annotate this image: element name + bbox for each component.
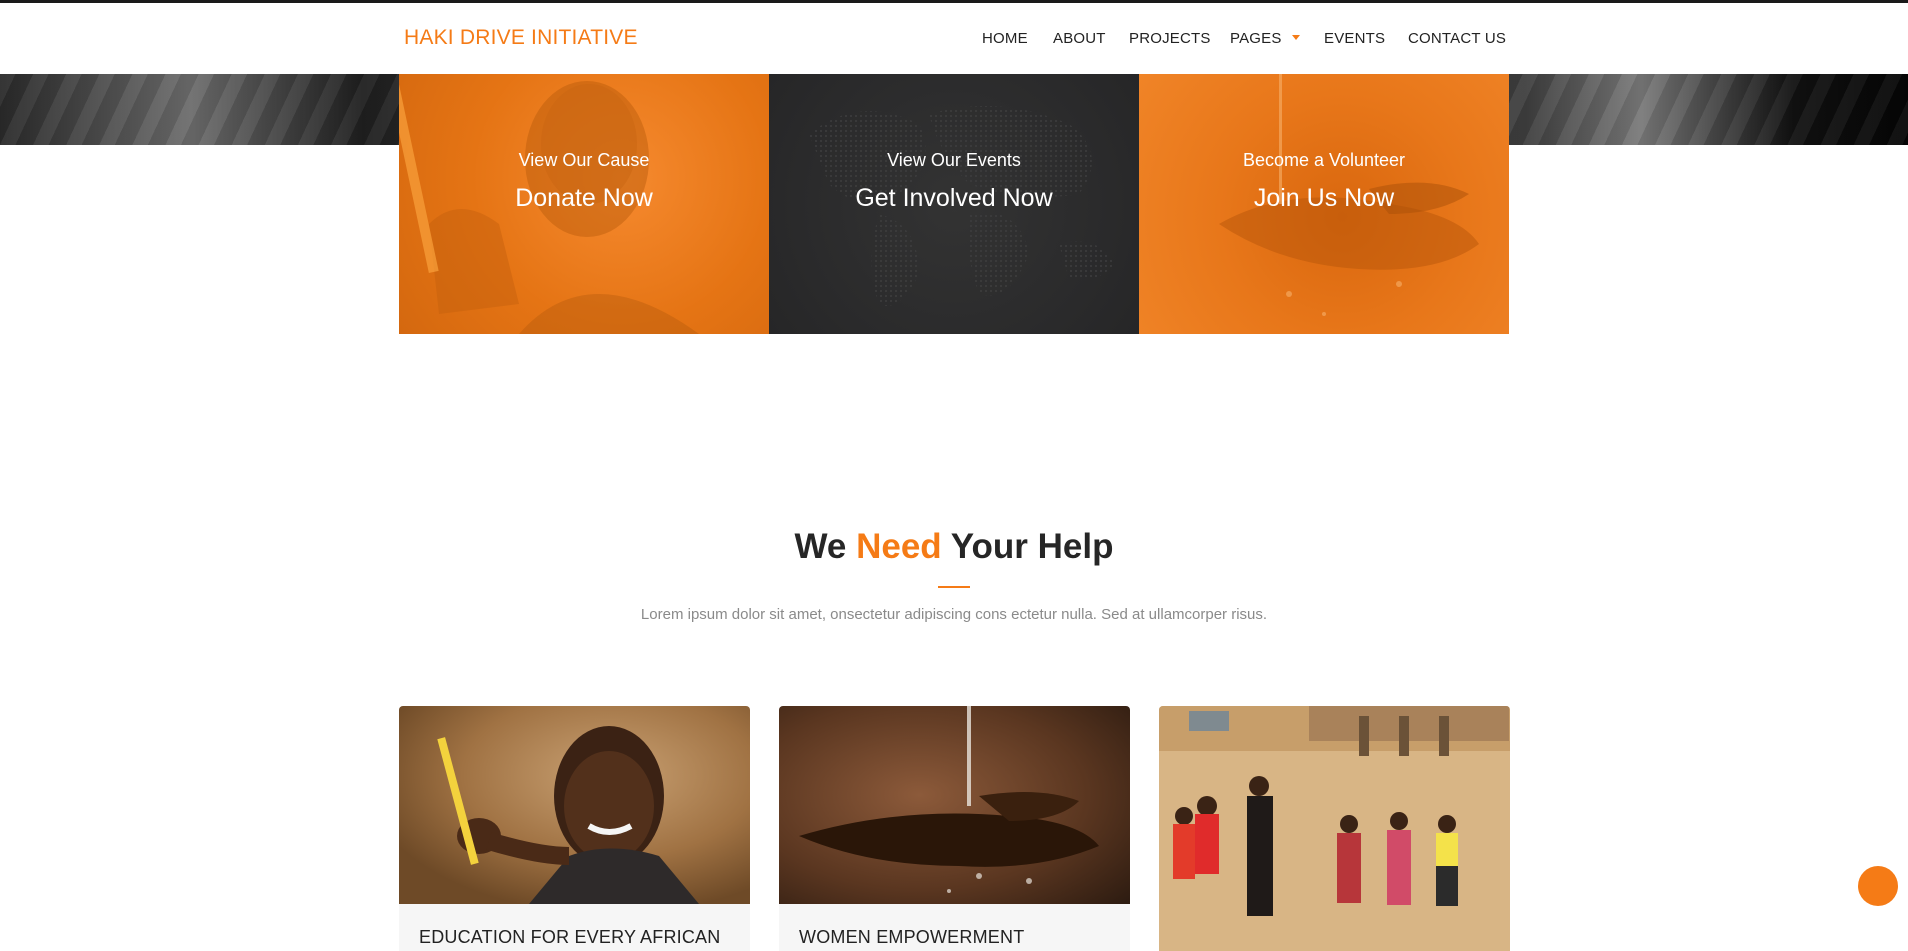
nav-item-pages-label: PAGES	[1230, 30, 1282, 47]
main-menu: HOME ABOUT PROJECTS PAGES EVENTS CONTACT…	[0, 30, 1908, 54]
title-highlight-need: Need	[856, 527, 942, 566]
children-dancing-photo	[1159, 706, 1510, 951]
water-in-hands-photo	[779, 706, 1130, 904]
nav-item-pages[interactable]: PAGES	[1230, 30, 1300, 47]
cta-donate-title: Donate Now	[515, 184, 653, 212]
cta-boxes: View Our Cause Donate Now View Our Event…	[399, 74, 1509, 334]
caret-down-icon	[1291, 34, 1300, 40]
navbar: HAKI DRIVE INITIATIVE HOME ABOUT PROJECT…	[0, 3, 1908, 74]
cta-donate-subtitle: View Our Cause	[518, 150, 650, 170]
nav-item-contact-us[interactable]: CONTACT US	[1408, 30, 1506, 47]
nav-item-projects[interactable]: PROJECTS	[1129, 30, 1211, 47]
nav-item-events[interactable]: EVENTS	[1324, 30, 1385, 47]
cause-card-women[interactable]: WOMEN EMPOWERMENT	[779, 706, 1130, 951]
cta-events-title: Get Involved Now	[855, 184, 1053, 212]
cta-events-box[interactable]: View Our Events Get Involved Now	[769, 74, 1139, 334]
title-divider	[938, 586, 970, 588]
nav-item-home[interactable]: HOME	[982, 30, 1028, 47]
cta-volunteer-title: Join Us Now	[1253, 184, 1395, 212]
girl-holding-pencil-photo	[399, 706, 750, 904]
cause-card-education-title: EDUCATION FOR EVERY AFRICAN	[419, 927, 721, 947]
title-part-your-help: Your Help	[941, 527, 1114, 566]
cta-events-subtitle: View Our Events	[887, 150, 1021, 170]
cta-volunteer-subtitle: Become a Volunteer	[1242, 150, 1406, 170]
title-part-we: We	[794, 527, 857, 566]
nav-item-about[interactable]: ABOUT	[1053, 30, 1106, 47]
cause-card-women-title: WOMEN EMPOWERMENT	[799, 927, 1025, 947]
help-section-title: We Need Your Help	[0, 527, 1908, 567]
cta-volunteer-box[interactable]: Become a Volunteer Join Us Now	[1139, 74, 1509, 334]
scroll-to-top-icon[interactable]	[1858, 866, 1898, 906]
help-section-subtitle: Lorem ipsum dolor sit amet, onsectetur a…	[640, 606, 1268, 623]
cause-card-education[interactable]: EDUCATION FOR EVERY AFRICAN	[399, 706, 750, 951]
cta-donate-box[interactable]: View Our Cause Donate Now	[399, 74, 769, 334]
cause-card-children[interactable]	[1159, 706, 1510, 951]
